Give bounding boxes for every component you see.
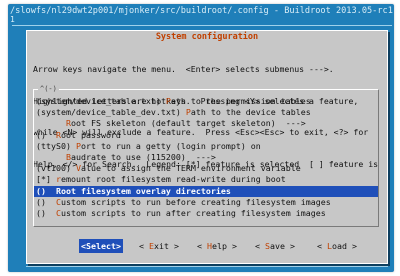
bottom-divider [26,266,388,267]
menu-item-prefix: () [36,196,56,207]
help-button[interactable]: < Help > [197,239,237,253]
button-bracket: < [255,241,265,251]
menu-item-prefix: (ttyS0) [36,140,76,151]
menu-item-label: oot filesystem overlay directories [60,185,231,196]
button-label: elp > [212,241,237,251]
help-line: Arrow keys navigate the menu. <Enter> se… [33,64,334,74]
terminal-screen: /slowfs/nl29dwt2p001/mjonker/src/buildro… [8,4,394,272]
menu-items: (system/device_table.txt) Path to the pe… [34,96,378,219]
menu-item-prefix: () [36,129,56,140]
button-label: xit > [154,241,179,251]
title-divider [12,25,392,26]
menu-item[interactable]: (ttyS0) Port to run a getty (login promp… [34,141,378,152]
menu-item-label: audrate to use (115200) ---> [70,151,216,162]
config-path-title: /slowfs/nl29dwt2p001/mjonker/src/buildro… [10,6,394,16]
menu-item-label: oot password [60,129,121,140]
menu-item-prefix [36,152,66,162]
menu-item-label: ustom scripts to run after creating file… [60,207,326,218]
scroll-up-indicator[interactable]: ^(-) [38,85,59,93]
menu-item-prefix: (system/device_table.txt) [36,96,166,106]
menu-item-prefix: (vt100) [36,163,76,174]
menu-item-prefix: () [36,207,56,218]
menu-item-prefix: (system/device_table_dev.txt) [36,107,186,118]
menu-item-prefix [36,118,66,128]
button-label: oad > [332,241,357,251]
menu-item[interactable]: () Custom scripts to run after creating … [34,208,378,219]
button-label: elect> [91,241,121,251]
menu-item[interactable]: (system/device_table.txt) Path to the pe… [34,96,378,107]
menu-item-label: ustom scripts to run before creating fil… [60,196,331,207]
menu-item[interactable]: [*] remount root filesystem read-write d… [34,174,378,185]
select-button[interactable]: <Select> [79,239,123,253]
menu-item[interactable]: Root FS skeleton (default target skeleto… [34,118,378,129]
menu-item-label: ath to the permission tables [170,96,311,106]
menu-item[interactable]: Baudrate to use (115200) ---> [34,152,378,163]
menu-item-label: ath to the device tables [190,107,311,118]
menu-item-prefix: [*] [36,174,56,185]
menu-item-label: alue to assign the TERM environment vari… [80,163,301,174]
exit-button[interactable]: < Exit > [139,239,179,253]
button-bracket: < [317,241,327,251]
button-label: ave > [270,241,295,251]
system-configuration-dialog: System configuration Arrow keys navigate… [26,30,388,264]
menu-item-label: emount root filesystem read-write during… [60,174,286,185]
menu-item[interactable]: () Custom scripts to run before creating… [34,197,378,208]
menu-item-label: ort to run a getty (login prompt) on [80,140,261,151]
menu-item-label: oot FS skeleton (default target skeleton… [70,118,306,129]
menu-item[interactable]: () Root filesystem overlay directories [34,185,378,197]
button-bracket: < [197,241,207,251]
button-bracket: < [139,241,149,251]
menu-item[interactable]: (vt100) Value to assign the TERM environ… [34,163,378,174]
dialog-title: System configuration [155,32,259,42]
menu-item[interactable]: () Root password [34,130,378,141]
load-button[interactable]: < Load > [317,239,357,253]
button-bar: <Select> < Exit > < Help > < Save > < Load > [27,239,387,253]
menu-item[interactable]: (system/device_table_dev.txt) Path to th… [34,107,378,118]
menu-list: ^(-) (system/device_table.txt) Path to t… [33,85,379,227]
page-marker: 1 [10,15,15,24]
save-button[interactable]: < Save > [255,239,295,253]
menu-item-prefix: () [36,185,56,196]
